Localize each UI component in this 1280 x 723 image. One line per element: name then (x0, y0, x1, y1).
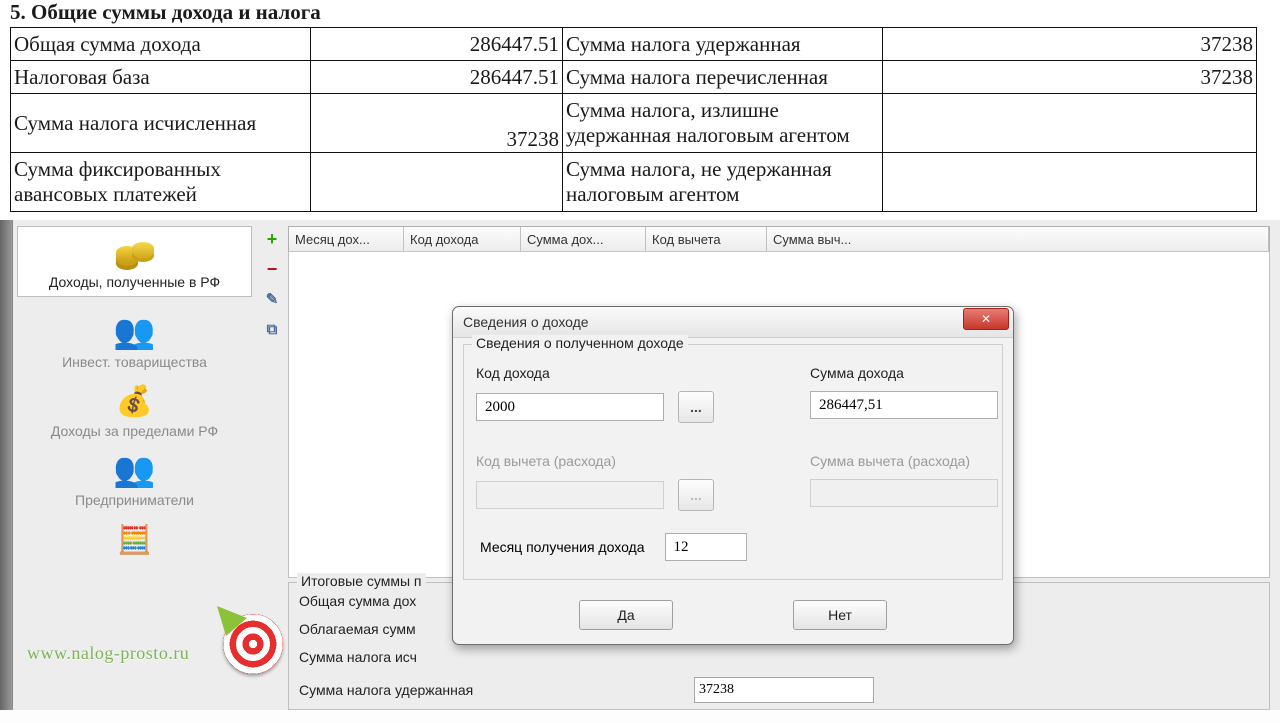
plus-icon: + (267, 229, 278, 250)
sidebar-item-label: Предприниматели (19, 492, 250, 508)
remove-row-button[interactable]: − (261, 258, 283, 280)
cell-label: Сумма налога исчисленная (11, 94, 311, 153)
cell-value: 286447.51 (311, 61, 563, 94)
deduction-sum-label: Сумма вычета (расхода) (810, 453, 998, 469)
target-icon (223, 614, 283, 674)
income-sum-label: Сумма дохода (810, 365, 998, 381)
doc-section-heading: 5. Общие суммы дохода и налога (10, 0, 1272, 27)
copy-icon: ⧉ (267, 321, 278, 338)
cell-label: Налоговая база (11, 61, 311, 94)
cell-label: Сумма налога, излишне удержанная налогов… (563, 94, 883, 153)
dialog-no-button[interactable]: Нет (793, 600, 887, 630)
sidebar-item-entrepreneurs[interactable]: 👥 Предприниматели (13, 445, 256, 514)
income-dialog: Сведения о доходе ✕ Сведения о полученно… (452, 306, 1014, 645)
grid-header-row: Месяц дох... Код дохода Сумма дох... Код… (288, 226, 1270, 252)
deduction-code-label: Код вычета (расхода) (476, 453, 714, 469)
income-code-label: Код дохода (476, 365, 714, 381)
deduction-code-lookup-button: ... (678, 479, 714, 511)
sidebar-item-label: Инвест. товарищества (19, 354, 250, 370)
cell-value (883, 153, 1257, 212)
edit-row-button[interactable]: ✎ (261, 288, 283, 310)
dialog-title: Сведения о доходе (463, 314, 589, 330)
cell-label: Сумма налога удержанная (563, 28, 883, 61)
totals-label: Сумма налога исч (299, 649, 654, 665)
dialog-titlebar[interactable]: Сведения о доходе ✕ (453, 307, 1013, 338)
people-icon: 👥 (19, 450, 250, 490)
document-preview: 5. Общие суммы дохода и налога Общая сум… (0, 0, 1280, 220)
cell-value: 37238 (883, 28, 1257, 61)
cell-label: Сумма налога, не удержанная налоговым аг… (563, 153, 883, 212)
grid-header[interactable]: Сумма выч... (767, 227, 1269, 251)
cell-value (883, 94, 1257, 153)
totals-label: Сумма налога удержанная (299, 682, 654, 698)
add-row-button[interactable]: + (261, 228, 283, 250)
edit-icon: ✎ (266, 290, 279, 308)
coins-icon (24, 232, 245, 272)
cell-label: Общая сумма дохода (11, 28, 311, 61)
minus-icon: − (267, 259, 278, 280)
left-strip (0, 220, 13, 710)
cell-label: Сумма фиксированных авансовых платежей (11, 153, 311, 212)
grid-header[interactable]: Месяц дох... (289, 227, 404, 251)
grid-header[interactable]: Сумма дох... (521, 227, 646, 251)
grid-header[interactable]: Код вычета (646, 227, 767, 251)
tax-withheld-input[interactable] (694, 677, 874, 703)
totals-row: Сумма налога исч (289, 643, 1269, 671)
grid-header[interactable]: Код дохода (404, 227, 521, 251)
partnership-icon: 👥 (19, 312, 250, 352)
cell-value: 37238 (883, 61, 1257, 94)
cell-label: Сумма налога перечисленная (563, 61, 883, 94)
money-bag-icon: 💰 (19, 381, 250, 421)
income-month-input[interactable] (665, 533, 747, 561)
income-sum-input[interactable] (810, 391, 998, 419)
dialog-close-button[interactable]: ✕ (963, 308, 1009, 330)
cell-value (311, 153, 563, 212)
ellipsis-icon: ... (690, 487, 702, 503)
sidebar-item-label: Доходы, полученные в РФ (24, 274, 245, 290)
income-code-lookup-button[interactable]: ... (678, 391, 714, 423)
cell-value: 286447.51 (311, 28, 563, 61)
totals-legend: Итоговые суммы п (297, 573, 426, 589)
deduction-sum-input (810, 479, 998, 507)
watermark-text: www.nalog-prosto.ru (27, 643, 189, 664)
dialog-yes-button[interactable]: Да (579, 600, 673, 630)
sidebar-item-income-rf[interactable]: Доходы, полученные в РФ (17, 226, 252, 297)
income-code-input[interactable] (476, 393, 664, 421)
cell-value: 37238 (311, 94, 563, 153)
copy-row-button[interactable]: ⧉ (261, 318, 283, 340)
dialog-body: Сведения о полученном доходе Код дохода … (453, 338, 1013, 644)
group-legend: Сведения о полученном доходе (472, 335, 688, 351)
sidebar-item-invest[interactable]: 👥 Инвест. товарищества (13, 307, 256, 376)
income-group: Сведения о полученном доходе Код дохода … (463, 344, 1003, 580)
ellipsis-icon: ... (690, 399, 702, 415)
sidebar-item-calc[interactable]: 🧮 (13, 514, 256, 567)
calc-icon: 🧮 (19, 519, 250, 559)
sidebar-item-label: Доходы за пределами РФ (19, 423, 250, 439)
close-icon: ✕ (981, 312, 991, 326)
totals-row: Сумма налога удержанная (289, 671, 1269, 709)
sidebar-item-income-abroad[interactable]: 💰 Доходы за пределами РФ (13, 376, 256, 445)
income-month-label: Месяц получения дохода (480, 539, 645, 555)
doc-summary-table: Общая сумма дохода 286447.51 Сумма налог… (10, 27, 1257, 212)
deduction-code-input (476, 481, 664, 509)
sidebar: Доходы, полученные в РФ 👥 Инвест. товари… (13, 220, 256, 710)
